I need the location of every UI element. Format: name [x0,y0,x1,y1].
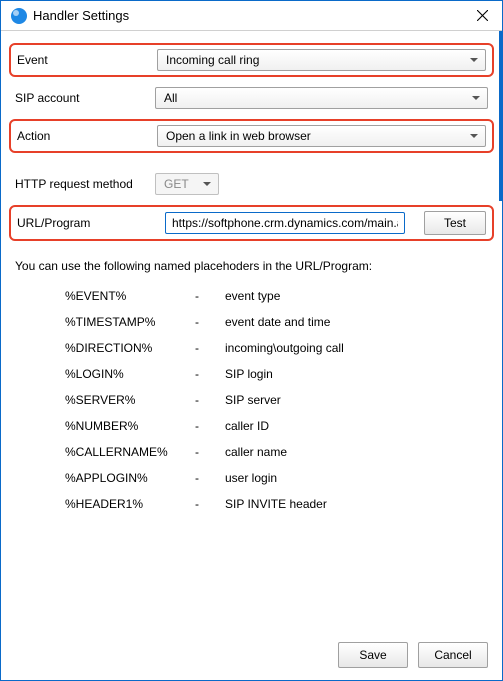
placeholder-key: %DIRECTION% [65,341,195,355]
placeholder-key: %CALLERNAME% [65,445,195,459]
placeholder-dash: - [195,471,225,485]
placeholder-row: %TIMESTAMP% - event date and time [65,309,488,335]
placeholder-key: %LOGIN% [65,367,195,381]
placeholder-key: %APPLOGIN% [65,471,195,485]
footer-buttons: Save Cancel [338,642,488,668]
event-dropdown-value: Incoming call ring [166,53,259,67]
url-label: URL/Program [17,216,157,230]
placeholder-dash: - [195,497,225,511]
placeholder-row: %NUMBER% - caller ID [65,413,488,439]
row-url-program: URL/Program Test [9,205,494,241]
placeholder-dash: - [195,315,225,329]
placeholder-desc: user login [225,471,277,485]
placeholder-desc: SIP INVITE header [225,497,327,511]
sip-dropdown[interactable]: All [155,87,488,109]
placeholder-dash: - [195,419,225,433]
placeholder-row: %HEADER1% - SIP INVITE header [65,491,488,517]
http-method-value: GET [164,177,189,191]
row-http-method: HTTP request method GET [15,171,488,197]
window-title: Handler Settings [33,8,470,23]
placeholder-dash: - [195,367,225,381]
http-method-dropdown: GET [155,173,219,195]
placeholder-key: %SERVER% [65,393,195,407]
placeholder-key: %NUMBER% [65,419,195,433]
action-dropdown-value: Open a link in web browser [166,129,311,143]
placeholders-intro: You can use the following named placehod… [15,259,488,273]
placeholder-desc: SIP login [225,367,273,381]
sip-dropdown-value: All [164,91,177,105]
placeholder-key: %EVENT% [65,289,195,303]
row-action: Action Open a link in web browser [9,119,494,153]
placeholder-desc: incoming\outgoing call [225,341,344,355]
placeholder-row: %APPLOGIN% - user login [65,465,488,491]
action-dropdown[interactable]: Open a link in web browser [157,125,486,147]
url-input[interactable] [165,212,405,234]
test-button[interactable]: Test [424,211,486,235]
titlebar: Handler Settings [1,1,502,31]
sip-label: SIP account [15,91,155,105]
placeholder-key: %TIMESTAMP% [65,315,195,329]
app-icon [11,8,27,24]
event-label: Event [17,53,157,67]
placeholders-table: %EVENT% - event type %TIMESTAMP% - event… [65,283,488,517]
placeholder-dash: - [195,393,225,407]
placeholder-key: %HEADER1% [65,497,195,511]
row-sip-account: SIP account All [15,85,488,111]
action-label: Action [17,129,157,143]
placeholder-dash: - [195,445,225,459]
placeholder-row: %SERVER% - SIP server [65,387,488,413]
placeholder-dash: - [195,341,225,355]
placeholder-row: %DIRECTION% - incoming\outgoing call [65,335,488,361]
cancel-button[interactable]: Cancel [418,642,488,668]
save-button[interactable]: Save [338,642,408,668]
content-area: Event Incoming call ring SIP account All… [1,31,502,529]
placeholder-desc: event type [225,289,280,303]
close-button[interactable] [470,4,494,28]
http-method-label: HTTP request method [15,177,155,191]
placeholder-desc: SIP server [225,393,281,407]
row-event: Event Incoming call ring [9,43,494,77]
placeholder-dash: - [195,289,225,303]
placeholder-desc: caller name [225,445,287,459]
event-dropdown[interactable]: Incoming call ring [157,49,486,71]
close-icon [477,10,488,21]
placeholder-desc: caller ID [225,419,269,433]
placeholder-desc: event date and time [225,315,330,329]
placeholder-row: %CALLERNAME% - caller name [65,439,488,465]
placeholder-row: %EVENT% - event type [65,283,488,309]
placeholder-row: %LOGIN% - SIP login [65,361,488,387]
